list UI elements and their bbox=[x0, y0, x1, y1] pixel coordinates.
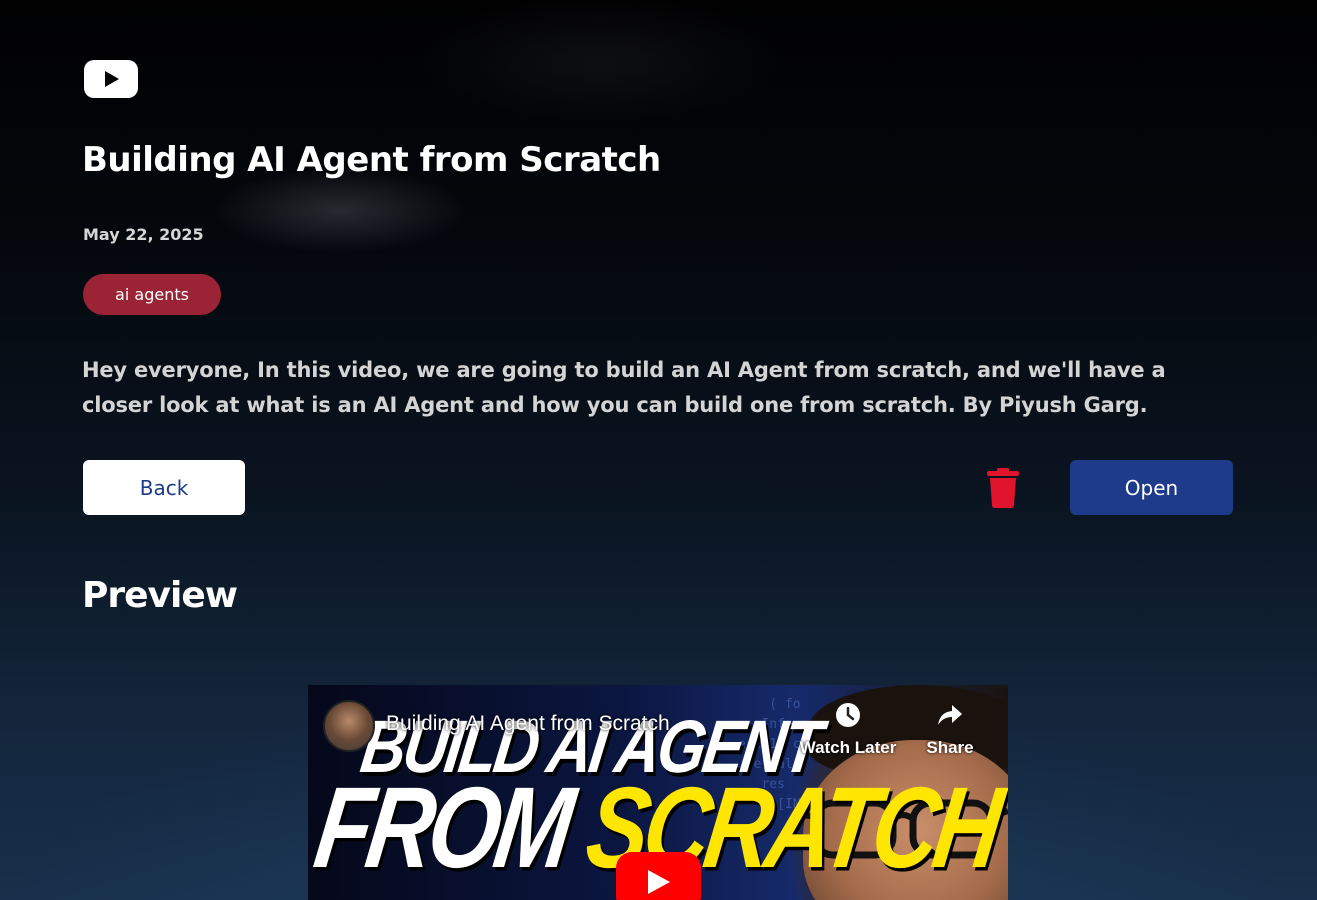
clock-icon bbox=[836, 703, 860, 727]
share-icon bbox=[938, 705, 962, 725]
page-title: Building AI Agent from Scratch bbox=[82, 140, 661, 180]
video-description: Hey everyone, In this video, we are goin… bbox=[82, 358, 1166, 417]
trash-icon[interactable] bbox=[985, 468, 1021, 508]
channel-avatar[interactable] bbox=[323, 700, 375, 752]
tag-badge[interactable]: ai agents bbox=[83, 274, 221, 315]
play-button[interactable] bbox=[616, 852, 701, 900]
thumbnail-word1: FROM bbox=[308, 764, 577, 892]
watch-later-label: Watch Later bbox=[799, 738, 897, 757]
publish-date: May 22, 2025 bbox=[83, 225, 204, 244]
share-label: Share bbox=[926, 738, 974, 757]
video-embed[interactable]: ( fo eInfo.pr ect(1, c efVal res [INSERT… bbox=[308, 685, 1008, 900]
share-button[interactable]: Share bbox=[920, 701, 980, 758]
youtube-icon bbox=[84, 60, 138, 98]
play-icon bbox=[648, 870, 670, 894]
video-title[interactable]: Building AI Agent from Scratch bbox=[386, 712, 670, 736]
watch-later-button[interactable]: Watch Later bbox=[798, 701, 898, 758]
back-button[interactable]: Back bbox=[83, 460, 245, 515]
preview-heading: Preview bbox=[82, 575, 238, 616]
open-button[interactable]: Open bbox=[1070, 460, 1233, 515]
